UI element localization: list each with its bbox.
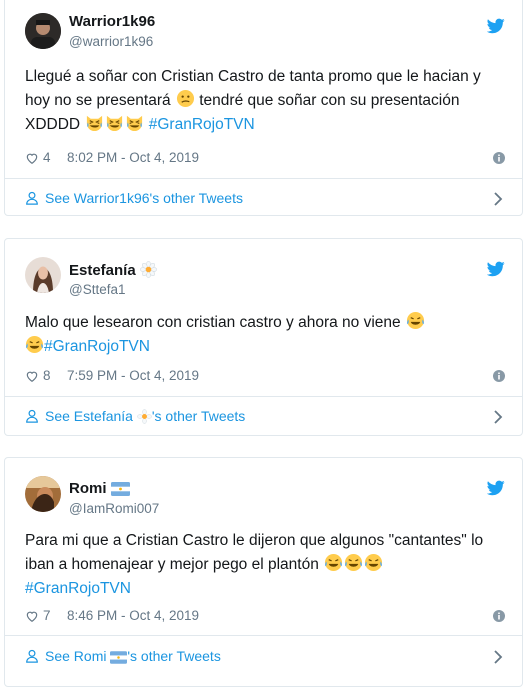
tears-of-joy-emoji-icon [344,553,363,572]
like-count[interactable]: 4 [43,150,51,165]
chevron-right-icon[interactable] [493,409,503,425]
heart-icon[interactable] [25,151,39,165]
person-icon [25,409,39,423]
avatar[interactable] [25,257,61,293]
chevron-right-icon[interactable] [493,649,503,665]
hashtag-link[interactable]: #GranRojoTVN [149,116,255,133]
twitter-bird-icon[interactable] [486,18,505,34]
chevron-right-icon[interactable] [493,191,503,207]
tears-of-joy-emoji-icon [324,553,343,572]
see-other-tweets-label[interactable]: See Warrior1k96's other Tweets [45,190,243,206]
info-icon[interactable] [493,610,505,622]
tears-of-joy-emoji-icon [406,311,425,330]
tears-of-joy-emoji-icon [364,553,383,572]
confused-face-emoji-icon [176,89,195,108]
crying-laughing-cat-emoji-icon [125,113,144,132]
tweet-text: Para mi que a Cristian Castro le dijeron… [25,532,484,597]
twitter-bird-icon[interactable] [486,480,505,496]
tweet-header: Romi @IamRomi007 [25,474,505,526]
heart-icon[interactable] [25,369,39,383]
avatar[interactable] [25,13,61,49]
author-handle[interactable]: @Sttefa1 [69,282,126,297]
info-icon[interactable] [493,370,505,382]
daisy-emoji-icon [139,261,157,282]
crying-laughing-cat-emoji-icon [105,113,124,132]
timestamp-link[interactable]: 8:46 PM - Oct 4, 2019 [67,608,199,623]
see-other-tweets-label[interactable]: See Romi 's other Tweets [45,648,221,667]
tweet-header: Estefanía @Sttefa1 [25,255,505,307]
tweet-text: Malo que lesearon con cristian castro y … [25,311,505,359]
divider [5,396,522,397]
author-name[interactable]: Estefanía [69,261,157,282]
see-other-tweets-link[interactable]: See Romi 's other Tweets [25,647,505,667]
daisy-emoji-icon [136,409,152,427]
author-name[interactable]: Romi [69,480,130,500]
avatar[interactable] [25,476,61,512]
tweet-card[interactable]: Estefanía @Sttefa1 Malo que lesearon con… [4,238,523,436]
timestamp-link[interactable]: 7:59 PM - Oct 4, 2019 [67,368,199,383]
tweet-text: Llegué a soñar con Cristian Castro de ta… [25,68,481,133]
tweet-header: Warrior1k96 @warrior1k96 [25,9,505,61]
author-handle[interactable]: @warrior1k96 [69,34,153,49]
person-icon [25,649,39,663]
see-other-tweets-link[interactable]: See Estefanía 's other Tweets [25,407,505,427]
timestamp-link[interactable]: 8:02 PM - Oct 4, 2019 [67,150,199,165]
author-name[interactable]: Warrior1k96 [69,13,155,30]
see-other-tweets-label[interactable]: See Estefanía 's other Tweets [45,408,245,427]
tweet-card[interactable]: Romi @IamRomi007 Para mi que a Cristian … [4,457,523,687]
tears-of-joy-emoji-icon [25,335,44,354]
twitter-bird-icon[interactable] [486,261,505,277]
crying-laughing-cat-emoji-icon [85,113,104,132]
divider [5,635,522,636]
argentina-flag-icon [110,651,128,667]
tweet-card[interactable]: Warrior1k96 @warrior1k96 Llegué a soñar … [4,0,523,216]
author-handle[interactable]: @IamRomi007 [69,501,159,516]
like-count[interactable]: 8 [43,368,51,383]
see-other-tweets-link[interactable]: See Warrior1k96's other Tweets [25,189,505,209]
like-count[interactable]: 7 [43,608,51,623]
heart-icon[interactable] [25,609,39,623]
divider [5,178,522,179]
tweet-meta: 7 8:46 PM - Oct 4, 2019 [25,607,505,627]
argentina-flag-icon [110,482,130,500]
info-icon[interactable] [493,152,505,164]
tweet-meta: 8 7:59 PM - Oct 4, 2019 [25,367,505,387]
hashtag-link[interactable]: #GranRojoTVN [25,580,131,597]
hashtag-link[interactable]: #GranRojoTVN [44,338,150,355]
person-icon [25,191,39,205]
tweet-meta: 4 8:02 PM - Oct 4, 2019 [25,149,505,169]
